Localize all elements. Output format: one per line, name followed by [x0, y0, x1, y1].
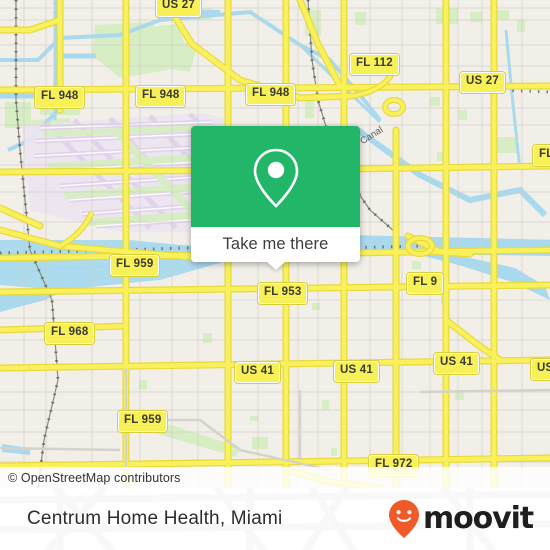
map-canvas[interactable]: US 27 FL 112 US 27 FL 948 FL 948 FL 948 FL 9 FL…	[0, 0, 550, 488]
road-shield: FL 959	[108, 254, 161, 277]
road-shield: US 41	[433, 352, 480, 375]
moovit-logo: moovit	[387, 499, 534, 539]
road-shield: FL 9	[531, 144, 550, 167]
place-title: Centrum Home Health, Miami	[27, 508, 283, 529]
road-shield: FL 948	[33, 86, 86, 109]
moovit-smiley-pin-icon	[388, 500, 419, 538]
popup-action-row[interactable]: Take me there	[191, 227, 360, 262]
road-shield: US 41	[333, 360, 380, 383]
road-shield: FL 959	[116, 410, 169, 433]
moovit-wordmark: moovit	[422, 501, 534, 536]
take-me-there-label[interactable]: Take me there	[223, 235, 329, 254]
osm-attribution[interactable]: © OpenStreetMap contributors	[0, 467, 550, 488]
map-pin-icon	[253, 148, 298, 208]
popup-pointer-tail	[266, 262, 285, 270]
road-shield: FL 9	[405, 272, 445, 295]
road-shield: US 41	[530, 358, 550, 381]
road-shield: US 41	[234, 361, 281, 384]
road-shield: FL 953	[256, 282, 309, 305]
location-popup-card[interactable]: Take me there	[191, 126, 360, 270]
road-shield: FL 112	[349, 53, 400, 76]
footer-bar: Centrum Home Health, Miami moovit	[0, 488, 550, 550]
road-shield: FL 948	[134, 85, 187, 108]
popup-header	[191, 126, 360, 227]
road-shield: US 27	[155, 0, 202, 18]
road-shield: FL 948	[244, 83, 297, 106]
road-shield: US 27	[459, 71, 506, 94]
road-shield: FL 968	[43, 322, 96, 345]
